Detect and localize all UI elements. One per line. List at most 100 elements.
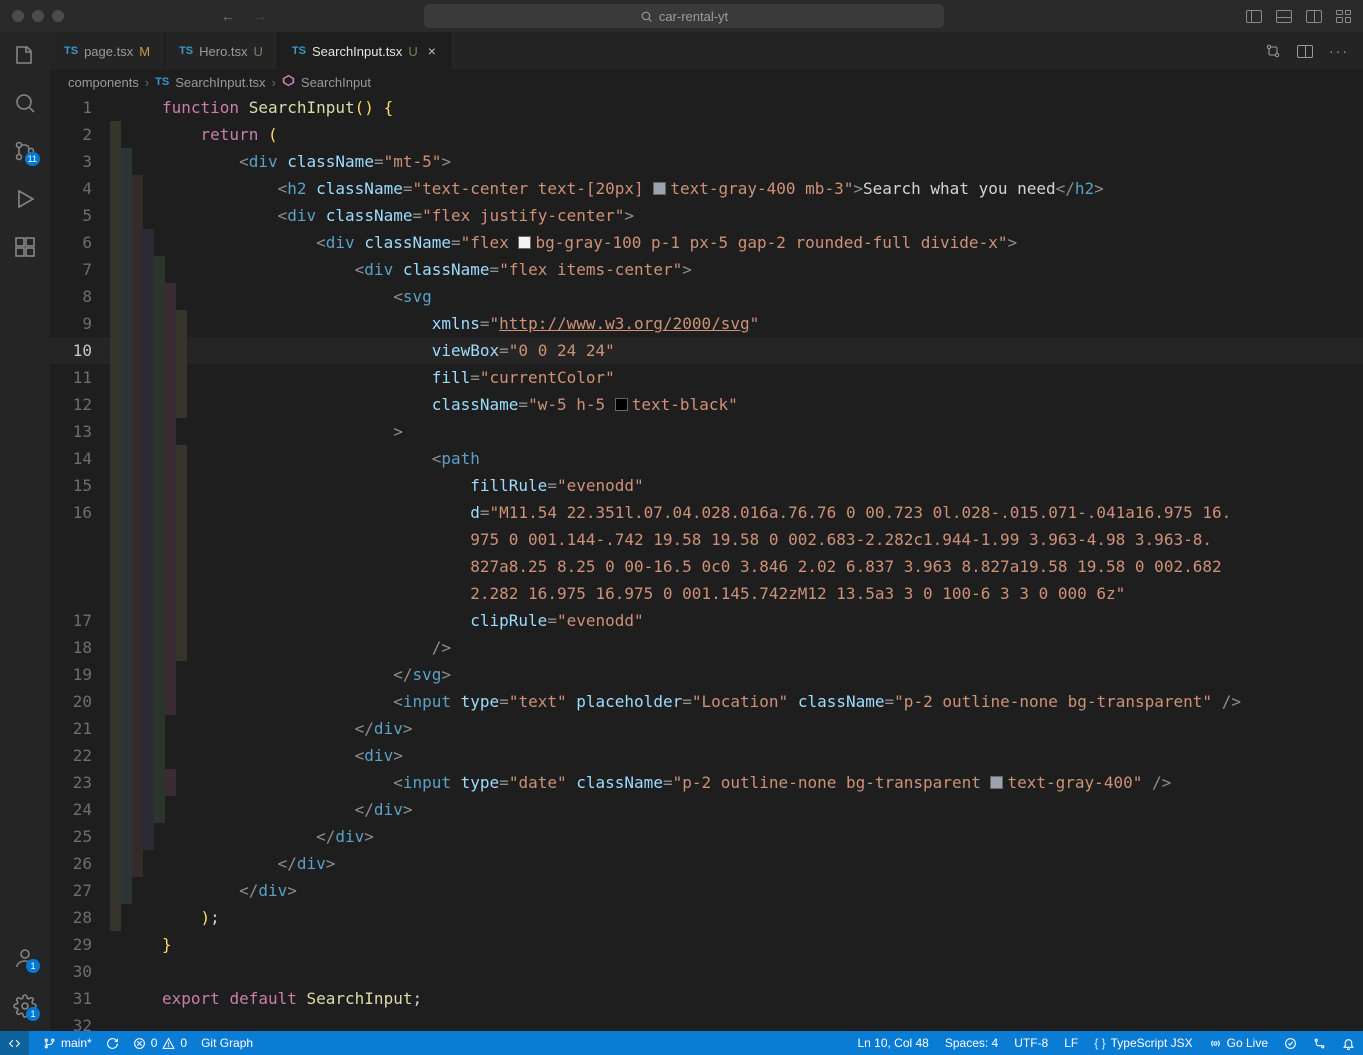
command-center[interactable]: car-rental-yt [424, 4, 944, 28]
code-line[interactable]: <h2 className="text-center text-[20px] t… [162, 175, 1363, 202]
more-actions-icon[interactable]: ··· [1329, 43, 1349, 59]
line-number[interactable]: 30 [50, 958, 110, 985]
code-line[interactable]: <input type="date" className="p-2 outlin… [162, 769, 1363, 796]
code-line[interactable]: <div className="flex items-center"> [162, 256, 1363, 283]
line-number[interactable]: 28 [50, 904, 110, 931]
line-number[interactable]: 2 [50, 121, 110, 148]
code-line[interactable]: <div className="flex bg-gray-100 p-1 px-… [162, 229, 1363, 256]
close-window-icon[interactable] [12, 10, 24, 22]
code-line[interactable]: fillRule="evenodd" [162, 472, 1363, 499]
go-live-button[interactable]: Go Live [1209, 1036, 1268, 1050]
code-line[interactable]: </div> [162, 796, 1363, 823]
notifications-bell-icon[interactable] [1342, 1037, 1355, 1050]
line-number[interactable]: 29 [50, 931, 110, 958]
end-of-line[interactable]: LF [1064, 1036, 1078, 1050]
nav-back-icon[interactable]: ← [221, 8, 235, 24]
code-line[interactable]: return ( [162, 121, 1363, 148]
line-number[interactable]: 11 [50, 364, 110, 391]
zoom-window-icon[interactable] [52, 10, 64, 22]
line-number[interactable] [50, 580, 110, 607]
code-line[interactable]: ); [162, 904, 1363, 931]
line-number[interactable]: 31 [50, 985, 110, 1012]
code-line[interactable]: </div> [162, 850, 1363, 877]
line-number[interactable]: 23 [50, 769, 110, 796]
code-line[interactable]: className="w-5 h-5 text-black" [162, 391, 1363, 418]
line-number[interactable]: 20 [50, 688, 110, 715]
code-line[interactable]: > [162, 418, 1363, 445]
indentation[interactable]: Spaces: 4 [945, 1036, 998, 1050]
cursor-position[interactable]: Ln 10, Col 48 [857, 1036, 928, 1050]
line-number[interactable]: 16 [50, 499, 110, 526]
git-graph-button[interactable]: Git Graph [201, 1036, 253, 1050]
code-line[interactable]: 827a8.25 8.25 0 00-16.5 0c0 3.846 2.02 6… [162, 553, 1363, 580]
prettier-status-icon[interactable] [1284, 1037, 1297, 1050]
git-branch[interactable]: main* [43, 1036, 92, 1050]
code-line[interactable]: <div className="flex justify-center"> [162, 202, 1363, 229]
code-line[interactable]: 975 0 001.144-.742 19.58 19.58 0 002.683… [162, 526, 1363, 553]
split-editor-icon[interactable] [1297, 45, 1313, 58]
close-tab-icon[interactable]: × [428, 43, 436, 59]
tab-page-tsx[interactable]: TSpage.tsxM [50, 32, 165, 70]
customize-layout-icon[interactable] [1336, 10, 1351, 23]
code-line[interactable]: /> [162, 634, 1363, 661]
code-line[interactable]: 2.282 16.975 16.975 0 001.145.742zM12 13… [162, 580, 1363, 607]
code-line[interactable]: </div> [162, 715, 1363, 742]
editor[interactable]: 1function SearchInput() {2 return (3 <di… [50, 94, 1363, 1031]
code-line[interactable]: } [162, 931, 1363, 958]
code-line[interactable]: <div> [162, 742, 1363, 769]
toggle-primary-sidebar-icon[interactable] [1246, 10, 1262, 23]
line-number[interactable]: 17 [50, 607, 110, 634]
line-number[interactable]: 5 [50, 202, 110, 229]
remote-indicator[interactable] [0, 1031, 29, 1055]
language-mode[interactable]: { } TypeScript JSX [1094, 1036, 1192, 1050]
toggle-secondary-sidebar-icon[interactable] [1306, 10, 1322, 23]
settings-gear-icon[interactable]: 1 [12, 993, 38, 1019]
code-line[interactable]: export default SearchInput; [162, 985, 1363, 1012]
line-number[interactable]: 21 [50, 715, 110, 742]
line-number[interactable]: 13 [50, 418, 110, 445]
line-number[interactable]: 6 [50, 229, 110, 256]
toggle-panel-icon[interactable] [1276, 10, 1292, 23]
line-number[interactable]: 9 [50, 310, 110, 337]
breadcrumb-folder[interactable]: components [68, 75, 139, 90]
minimize-window-icon[interactable] [32, 10, 44, 22]
extensions-icon[interactable] [12, 234, 38, 260]
line-number[interactable]: 4 [50, 175, 110, 202]
feedback-icon[interactable] [1313, 1037, 1326, 1050]
line-number[interactable]: 14 [50, 445, 110, 472]
code-line[interactable] [162, 1012, 1363, 1031]
breadcrumb-file[interactable]: SearchInput.tsx [175, 75, 265, 90]
code-line[interactable]: xmlns="http://www.w3.org/2000/svg" [162, 310, 1363, 337]
line-number[interactable]: 10 [50, 337, 110, 364]
line-number[interactable]: 18 [50, 634, 110, 661]
code-line[interactable]: d="M11.54 22.351l.07.04.028.016a.76.76 0… [162, 499, 1363, 526]
code-line[interactable]: </div> [162, 877, 1363, 904]
line-number[interactable]: 27 [50, 877, 110, 904]
line-number[interactable] [50, 526, 110, 553]
run-debug-icon[interactable] [12, 186, 38, 212]
breadcrumb-symbol[interactable]: SearchInput [301, 75, 371, 90]
line-number[interactable]: 24 [50, 796, 110, 823]
tab-searchinput-tsx[interactable]: TSSearchInput.tsxU× [278, 32, 451, 70]
code-line[interactable]: fill="currentColor" [162, 364, 1363, 391]
line-number[interactable]: 22 [50, 742, 110, 769]
explorer-icon[interactable] [12, 42, 38, 68]
sync-changes[interactable] [106, 1037, 119, 1050]
code-line[interactable]: function SearchInput() { [162, 94, 1363, 121]
code-line[interactable]: <svg [162, 283, 1363, 310]
code-line[interactable]: <div className="mt-5"> [162, 148, 1363, 175]
code-line[interactable]: clipRule="evenodd" [162, 607, 1363, 634]
line-number[interactable]: 32 [50, 1012, 110, 1031]
tab-hero-tsx[interactable]: TSHero.tsxU [165, 32, 278, 70]
line-number[interactable] [50, 553, 110, 580]
line-number[interactable]: 25 [50, 823, 110, 850]
code-line[interactable]: <input type="text" placeholder="Location… [162, 688, 1363, 715]
nav-forward-icon[interactable]: → [253, 8, 267, 24]
compare-changes-icon[interactable] [1265, 43, 1281, 59]
code-line[interactable] [162, 958, 1363, 985]
line-number[interactable]: 8 [50, 283, 110, 310]
code-line[interactable]: <path [162, 445, 1363, 472]
code-line[interactable]: viewBox="0 0 24 24" [162, 337, 1363, 364]
line-number[interactable]: 26 [50, 850, 110, 877]
breadcrumb[interactable]: components › TS SearchInput.tsx › Search… [50, 70, 1363, 94]
